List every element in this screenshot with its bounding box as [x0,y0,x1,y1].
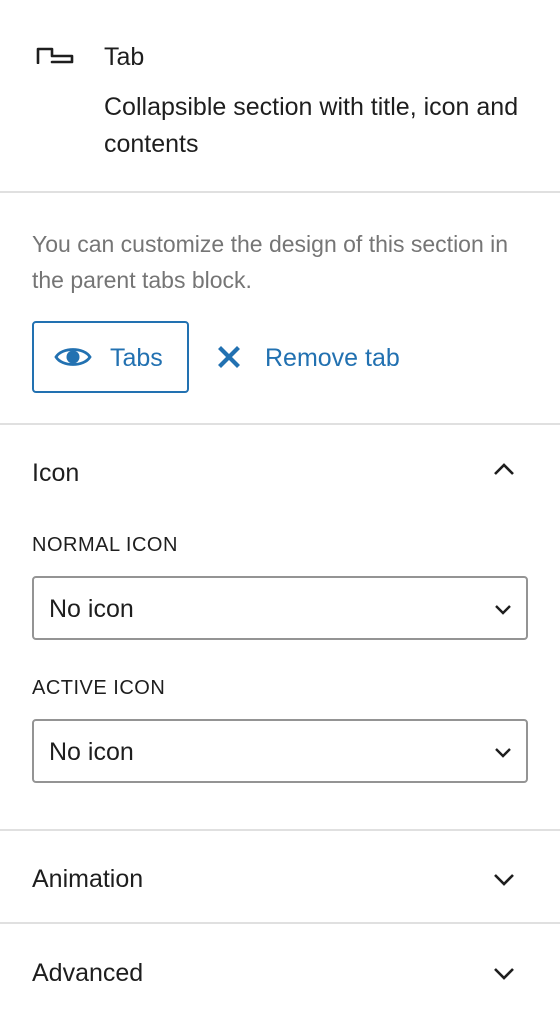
eye-icon [54,348,92,366]
chevron-down-icon[interactable] [493,873,515,887]
divider [0,191,560,193]
normal-icon-value: No icon [49,595,134,623]
chevron-up-icon[interactable] [493,462,515,476]
design-notice: You can customize the design of this sec… [32,231,509,293]
block-card: Tab Collapsible section with title, icon… [0,0,560,191]
close-icon [218,346,240,368]
tabs-button[interactable]: Tabs [32,321,189,393]
animation-panel-title[interactable]: Animation [32,864,143,894]
advanced-panel-title[interactable]: Advanced [32,958,143,988]
active-icon-select[interactable]: No icon [32,719,528,783]
block-title: Tab [104,43,145,71]
active-icon-value: No icon [49,738,134,766]
icon-panel-title[interactable]: Icon [32,458,79,488]
divider [0,423,560,425]
tab-icon [36,47,74,64]
chevron-down-icon [495,605,511,615]
active-icon-label: ACTIVE ICON [32,677,166,699]
divider [0,922,560,924]
remove-tab-label: Remove tab [265,344,400,372]
block-inspector: Tab Collapsible section with title, icon… [0,0,560,1020]
chevron-down-icon[interactable] [493,967,515,981]
chevron-down-icon [495,748,511,758]
normal-icon-label: NORMAL ICON [32,534,178,556]
divider [0,829,560,831]
normal-icon-select[interactable]: No icon [32,576,528,640]
block-description: Collapsible section with title, icon and… [104,93,519,158]
tabs-button-label: Tabs [110,344,163,372]
remove-tab-button[interactable]: Remove tab [214,338,424,378]
